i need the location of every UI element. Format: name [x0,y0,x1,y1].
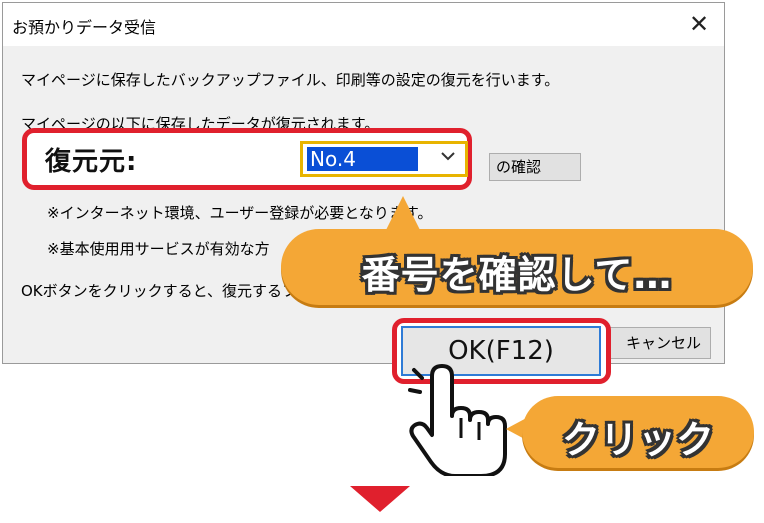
click-callout-text: クリック [561,418,714,462]
confirm-callout-text: 番号を確認して… [361,253,673,297]
callout-tail [385,196,421,232]
note-internet: ※インターネット環境、ユーザー登録が必要となります。 [47,204,433,222]
cancel-button[interactable]: キャンセル [607,327,711,359]
restore-source-highlight: 復元元: No.4 [22,128,472,190]
description-line-1: マイページに保存したバックアップファイル、印刷等の設定の復元を行います。 [21,71,560,89]
restore-source-value: No.4 [307,147,418,171]
chevron-down-icon [441,152,455,161]
description-line-3: OKボタンをクリックすると、復元するフ [21,282,298,300]
confirm-button[interactable]: の確認 [489,153,581,181]
click-callout: クリック [522,396,754,468]
restore-source-label: 復元元: [45,147,138,177]
restore-source-select[interactable]: No.4 [300,141,468,177]
note-service: ※基本使用用サービスが有効な方 [47,240,270,258]
dialog-title: お預かりデータ受信 [12,18,157,37]
title-bar: お預かりデータ受信 ✕ [3,3,724,46]
confirm-callout: 番号を確認して… [281,229,753,305]
pointing-hand-icon [408,364,507,476]
close-icon[interactable]: ✕ [684,9,714,39]
arrow-down-icon [350,486,410,512]
